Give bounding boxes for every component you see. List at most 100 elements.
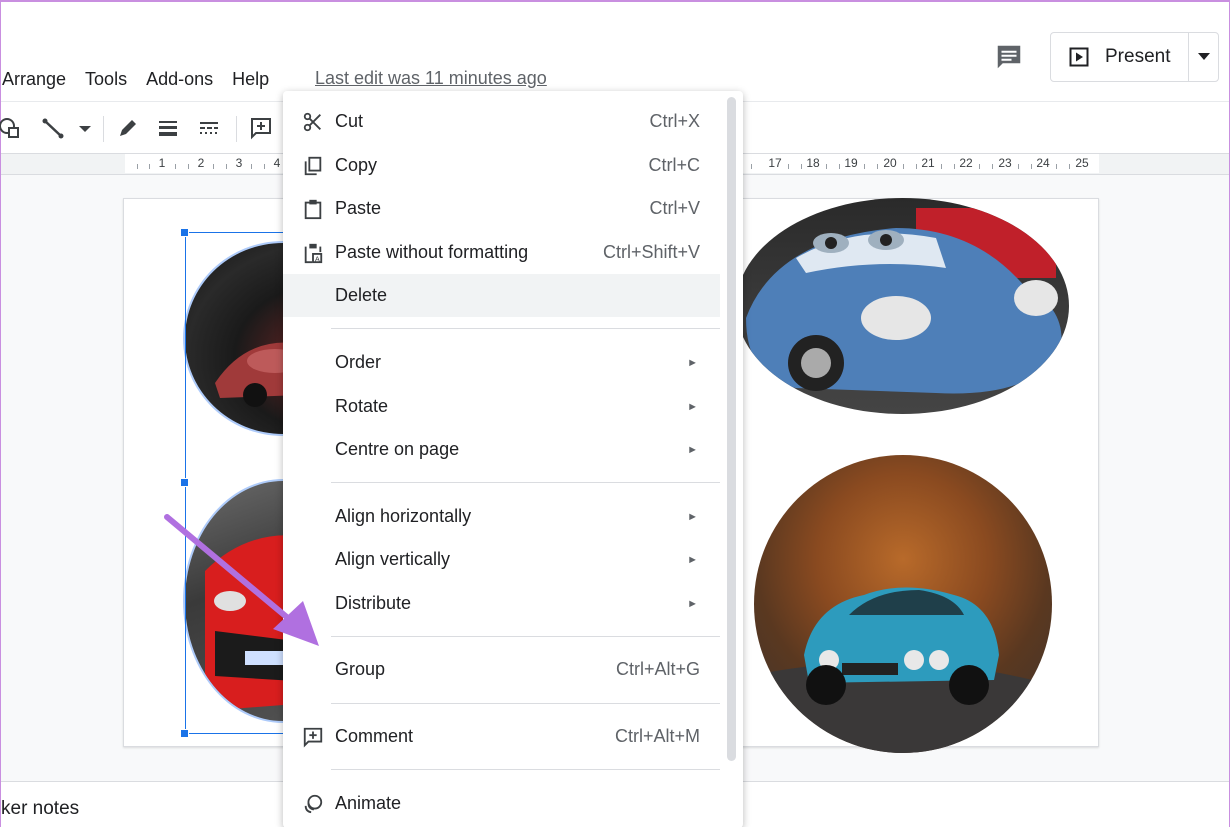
ruler-tick: 18: [806, 156, 820, 170]
menu-item-align-horizontally[interactable]: Align horizontally ►: [283, 495, 720, 538]
ruler-tick: 19: [844, 156, 858, 170]
menu-item-shortcut: Ctrl+Alt+G: [615, 659, 700, 679]
line-dropdown-icon[interactable]: [73, 116, 97, 140]
menu-divider: [331, 636, 720, 637]
present-button[interactable]: Present: [1051, 33, 1188, 81]
present-label: Present: [1105, 46, 1171, 67]
menu-item-comment[interactable]: Comment Ctrl+Alt+M: [283, 715, 720, 758]
menu-item-label: Distribute: [335, 593, 412, 613]
toolbar-divider: [236, 116, 237, 142]
menu-item-paste-without-formatting[interactable]: A Paste without formatting Ctrl+Shift+V: [283, 231, 720, 274]
menu-item-label: Centre on page: [335, 439, 460, 459]
resize-handle[interactable]: [180, 729, 189, 738]
menu-item-label: Paste: [335, 198, 382, 218]
menu-tools[interactable]: Tools: [85, 69, 127, 90]
menu-arrange[interactable]: Arrange: [2, 69, 66, 90]
menu-divider: [331, 328, 720, 329]
present-button-group: Present: [1050, 32, 1219, 82]
menu-item-label: Group: [335, 659, 386, 679]
menu-item-group[interactable]: Group Ctrl+Alt+G: [283, 648, 720, 691]
submenu-arrow-icon: ►: [687, 553, 698, 566]
caret-down-icon: [1197, 53, 1210, 60]
menu-item-delete[interactable]: Delete: [283, 274, 720, 317]
submenu-arrow-icon: ►: [687, 443, 698, 456]
menu-divider: [331, 703, 720, 704]
context-menu-scrollbar[interactable]: [727, 97, 736, 761]
border-weight-icon[interactable]: [156, 116, 180, 140]
ruler-tick: 3: [235, 156, 243, 170]
clipboard-icon: [301, 197, 325, 221]
add-comment-icon[interactable]: [249, 116, 273, 140]
line-icon[interactable]: [41, 116, 65, 140]
ruler-tick: 21: [921, 156, 935, 170]
menubar: Arrange Tools Add-ons Help: [1, 66, 288, 92]
border-color-icon[interactable]: [116, 116, 140, 140]
toolbar-divider: [103, 116, 104, 142]
present-dropdown-button[interactable]: [1188, 33, 1218, 81]
svg-text:A: A: [315, 254, 320, 263]
resize-handle[interactable]: [180, 228, 189, 237]
menu-item-rotate[interactable]: Rotate ►: [283, 385, 720, 428]
menu-item-label: Animate: [335, 793, 402, 813]
comments-button[interactable]: [994, 42, 1024, 72]
ruler-tick: 20: [883, 156, 897, 170]
app-header: Arrange Tools Add-ons Help Last edit was…: [1, 1, 1229, 101]
menu-divider: [331, 769, 720, 770]
menu-item-label: Delete: [335, 285, 388, 305]
comment-icon: [997, 45, 1021, 69]
menu-item-paste[interactable]: Paste Ctrl+V: [283, 187, 720, 230]
selection-border: [185, 232, 285, 233]
menu-item-label: Comment: [335, 726, 414, 746]
scissors-icon: [301, 110, 325, 134]
ruler-tick: 17: [768, 156, 782, 170]
menu-item-order[interactable]: Order ►: [283, 341, 720, 384]
car-illustration: [746, 208, 1062, 394]
ruler-tick: 4: [273, 156, 281, 170]
last-edit-link[interactable]: Last edit was 11 minutes ago: [315, 68, 547, 89]
menu-item-distribute[interactable]: Distribute ►: [283, 582, 720, 625]
ruler-tick: 1: [158, 156, 166, 170]
copy-icon: [301, 154, 325, 178]
menu-item-label: Copy: [335, 155, 378, 175]
menu-addons[interactable]: Add-ons: [146, 69, 213, 90]
border-dash-icon[interactable]: [197, 116, 221, 140]
submenu-arrow-icon: ►: [687, 510, 698, 523]
submenu-arrow-icon: ►: [687, 356, 698, 369]
resize-handle[interactable]: [180, 478, 189, 487]
animate-icon: [301, 792, 325, 816]
selection-border: [185, 733, 285, 734]
menu-item-align-vertically[interactable]: Align vertically ►: [283, 538, 720, 581]
menu-item-label: Align horizontally: [335, 506, 472, 526]
present-icon: [1069, 47, 1089, 67]
menu-item-shortcut: Ctrl+C: [648, 155, 700, 175]
ruler-tick: 22: [959, 156, 973, 170]
car-illustration: [754, 587, 1052, 753]
menu-item-label: Order: [335, 352, 382, 372]
menu-item-shortcut: Ctrl+Shift+V: [602, 242, 700, 262]
menu-item-label: Align vertically: [335, 549, 451, 569]
menu-item-shortcut: Ctrl+X: [649, 111, 700, 131]
ruler-tick: 25: [1075, 156, 1089, 170]
menu-divider: [331, 482, 720, 483]
add-comment-icon: [301, 725, 325, 749]
menu-help[interactable]: Help: [232, 69, 269, 90]
submenu-arrow-icon: ►: [687, 400, 698, 413]
menu-item-label: Paste without formatting: [335, 242, 529, 262]
menu-item-copy[interactable]: Copy Ctrl+C: [283, 144, 720, 187]
menu-item-animate[interactable]: Animate: [283, 782, 720, 825]
image-blue-cartoon-car[interactable]: [736, 198, 1069, 414]
submenu-arrow-icon: ►: [687, 597, 698, 610]
ruler-tick: 2: [197, 156, 205, 170]
ruler-tick: 24: [1036, 156, 1050, 170]
shape-icon[interactable]: [0, 116, 21, 140]
ruler-tick: 23: [998, 156, 1012, 170]
clipboard-text-icon: A: [301, 241, 325, 265]
menu-item-label: Rotate: [335, 396, 389, 416]
menu-item-label: Cut: [335, 111, 364, 131]
menu-item-centre-on-page[interactable]: Centre on page ►: [283, 428, 720, 471]
speaker-notes-label: ker notes: [1, 798, 80, 819]
menu-item-shortcut: Ctrl+V: [649, 198, 700, 218]
menu-item-cut[interactable]: Cut Ctrl+X: [283, 100, 720, 143]
image-blue-alpine-car[interactable]: [754, 455, 1052, 753]
menu-item-shortcut: Ctrl+Alt+M: [614, 726, 700, 746]
